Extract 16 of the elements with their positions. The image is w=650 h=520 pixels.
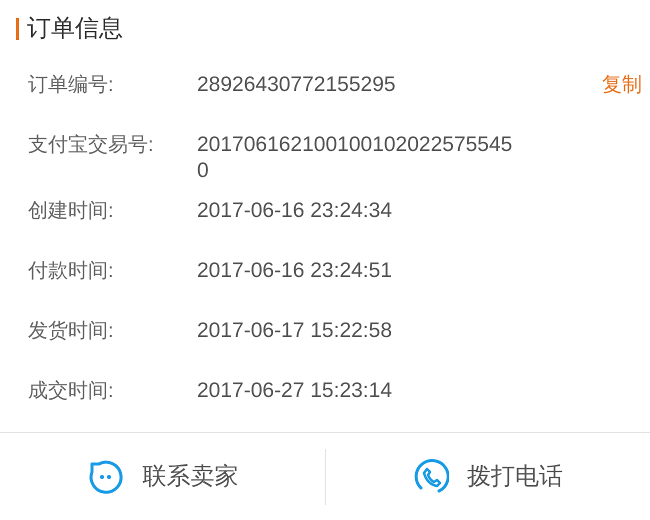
field-label: 付款时间: [28,259,115,284]
field-label: 成交时间: [28,379,115,404]
field-label: 发货时间: [28,319,115,344]
field-value: 2017-06-27 15:23:14 [197,378,393,404]
call-button[interactable]: 拨打电话 [324,448,650,504]
field-value: 2017-06-16 23:24:34 [197,198,393,224]
field-label: 订单编号: [28,73,115,98]
field-value: 2017-06-16 23:24:51 [197,258,393,284]
field-value: 2017-06-17 15:22:58 [197,318,393,344]
section-title: 订单信息 [27,14,123,44]
phone-icon [412,458,449,494]
contact-seller-button[interactable]: 联系卖家 [0,448,324,504]
field-label: 创建时间: [28,199,115,224]
field-value: 2017061621001001020225755450 [197,132,514,184]
field-label: 支付宝交易号: [28,133,155,158]
field-value: 28926430772155295 [197,72,397,98]
